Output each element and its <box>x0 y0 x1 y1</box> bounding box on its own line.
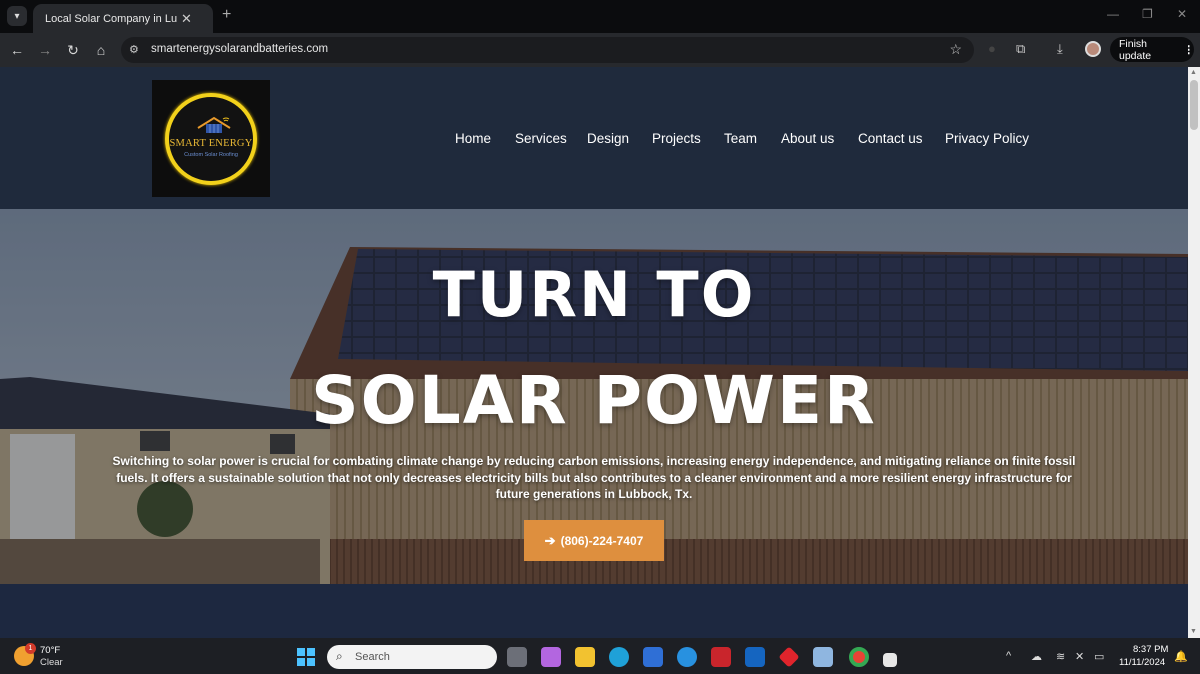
task-view-icon[interactable] <box>507 647 527 667</box>
chrome-icon[interactable] <box>849 647 869 667</box>
diamond-app-icon[interactable] <box>778 646 800 668</box>
store-icon[interactable] <box>643 647 663 667</box>
weather-temp[interactable]: 70°F <box>40 645 60 656</box>
search-icon: ⌕ <box>336 649 343 663</box>
help-icon[interactable] <box>677 647 697 667</box>
clock-time[interactable]: 8:37 PM <box>1133 644 1168 655</box>
outlook-icon[interactable] <box>745 647 765 667</box>
nav-services[interactable]: Services <box>515 131 567 146</box>
url-text[interactable]: smartenergysolarandbatteries.com <box>151 43 328 55</box>
tab-title: Local Solar Company in Lubbock <box>45 12 177 25</box>
file-explorer-icon[interactable] <box>575 647 595 667</box>
page-scrollbar[interactable]: ▲ ▼ <box>1188 67 1200 638</box>
finish-update-label: Finish update <box>1119 37 1152 62</box>
taskbar-search[interactable]: ⌕ Search <box>327 645 497 669</box>
house-solar-icon <box>197 116 231 133</box>
download-icon[interactable]: ⤓ <box>1057 41 1063 57</box>
web-page: SMART ENERGY Custom Solar Roofing Home S… <box>0 67 1188 638</box>
browser-tab[interactable]: Local Solar Company in Lubbock ✕ <box>33 4 213 33</box>
nav-projects[interactable]: Projects <box>652 131 701 146</box>
close-window-icon[interactable]: ✕ <box>1177 7 1187 21</box>
nav-design[interactable]: Design <box>587 131 629 146</box>
hero-section: TURN TO SOLAR POWER Switching to solar p… <box>0 209 1188 584</box>
nav-home[interactable]: Home <box>455 131 491 146</box>
notification-bell-icon[interactable]: 🔔 <box>1174 650 1188 663</box>
extensions-icon[interactable]: ⧉ <box>1016 41 1025 57</box>
bookmark-star-icon[interactable]: ☆ <box>949 41 962 58</box>
weather-condition[interactable]: Clear <box>40 657 63 668</box>
start-windows-icon[interactable] <box>297 648 315 666</box>
site-logo[interactable]: SMART ENERGY Custom Solar Roofing <box>152 80 270 197</box>
tab-search-icon[interactable]: ▾ <box>7 6 27 26</box>
reload-icon[interactable]: ↻ <box>63 40 83 60</box>
forward-icon[interactable]: → <box>35 40 55 60</box>
new-tab-icon[interactable]: + <box>222 6 231 24</box>
mcafee-icon[interactable] <box>711 647 731 667</box>
windows-taskbar: 1 70°F Clear ⌕ Search ^ ☁ ≋ ✕ ▭ 8:37 PM … <box>0 638 1200 674</box>
nav-team[interactable]: Team <box>724 131 757 146</box>
restore-icon[interactable]: ❐ <box>1142 7 1153 21</box>
next-section <box>0 584 1188 638</box>
call-phone-label: (806)-224-7407 <box>560 533 644 548</box>
edge-icon[interactable] <box>609 647 629 667</box>
scroll-down-icon[interactable]: ▼ <box>1190 628 1197 635</box>
nav-about-us[interactable]: About us <box>781 131 834 146</box>
arrow-right-icon: ➔ <box>544 532 556 548</box>
tray-chevron-icon[interactable]: ^ <box>1006 650 1011 662</box>
minimize-icon[interactable]: — <box>1107 7 1119 21</box>
volume-muted-icon[interactable]: ✕ <box>1075 650 1084 663</box>
onedrive-cloud-icon[interactable]: ☁ <box>1031 650 1042 663</box>
scroll-up-icon[interactable]: ▲ <box>1190 69 1197 76</box>
weather-badge: 1 <box>25 643 36 654</box>
logo-name: SMART ENERGY <box>169 137 253 149</box>
browser-tab-bar: ▾ Local Solar Company in Lubbock ✕ + — ❐… <box>0 0 1200 33</box>
home-icon[interactable]: ⌂ <box>91 40 111 60</box>
address-bar[interactable]: ⚙ smartenergysolarandbatteries.com ☆ <box>121 37 974 63</box>
call-phone-button[interactable]: ➔ (806)-224-7407 <box>524 520 664 561</box>
hero-description: Switching to solar power is crucial for … <box>112 454 1076 501</box>
nav-privacy-policy[interactable]: Privacy Policy <box>945 131 1029 146</box>
menu-dots-icon[interactable]: ⋮ <box>1184 44 1195 56</box>
nav-contact-us[interactable]: Contact us <box>858 131 923 146</box>
finish-update-button[interactable]: Finish update ⋮ <box>1110 37 1194 62</box>
browser-toolbar: ← → ↻ ⌂ ⚙ smartenergysolarandbatteries.c… <box>0 33 1200 67</box>
site-header: SMART ENERGY Custom Solar Roofing Home S… <box>0 67 1188 209</box>
battery-icon[interactable]: ▭ <box>1094 650 1104 663</box>
profile-dot-icon: ● <box>988 41 996 56</box>
hero-headline-line2: SOLAR POWER <box>311 362 877 439</box>
clock-date[interactable]: 11/11/2024 <box>1119 657 1165 668</box>
site-info-icon[interactable]: ⚙ <box>129 43 143 57</box>
scroll-thumb[interactable] <box>1190 80 1198 130</box>
snipping-icon[interactable] <box>883 653 897 667</box>
logo-tagline: Custom Solar Roofing <box>184 151 238 158</box>
wifi-icon[interactable]: ≋ <box>1056 650 1065 663</box>
profile-avatar[interactable] <box>1085 41 1101 57</box>
logo-ring: SMART ENERGY Custom Solar Roofing <box>165 92 257 185</box>
copilot-icon[interactable] <box>541 647 561 667</box>
photos-icon[interactable] <box>813 647 833 667</box>
tab-close-icon[interactable]: ✕ <box>181 11 192 27</box>
hero-headline-line1: TURN TO <box>432 258 756 331</box>
back-icon[interactable]: ← <box>7 40 27 60</box>
search-placeholder: Search <box>355 651 390 663</box>
